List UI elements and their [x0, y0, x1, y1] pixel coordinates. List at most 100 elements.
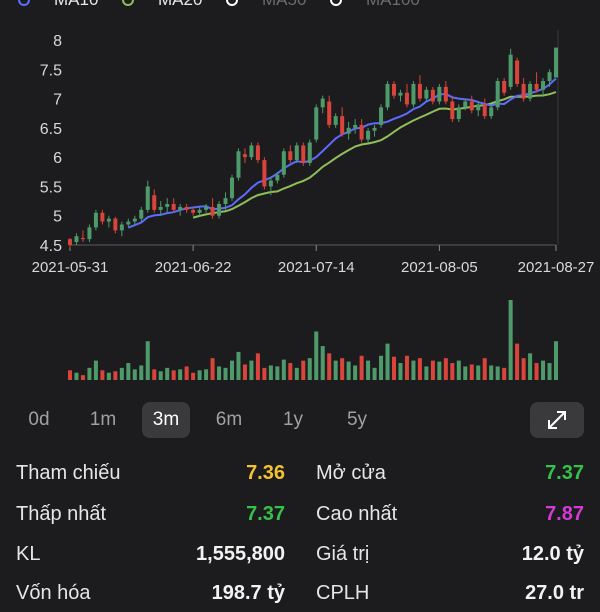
volume-bar [294, 367, 299, 380]
candle-body [113, 218, 118, 231]
volume-bar [152, 369, 157, 380]
volume-bar [541, 360, 546, 380]
volume-bar [495, 366, 500, 380]
range-button-1y[interactable]: 1y [270, 402, 316, 438]
stat-value-market-cap: 198.7 tỷ [211, 582, 285, 604]
volume-bar [528, 353, 533, 380]
candle-body [119, 224, 124, 231]
candle-body [320, 98, 325, 108]
candle-body [171, 204, 176, 210]
volume-bar [521, 358, 526, 380]
volume-bar [178, 369, 183, 380]
volume-bar [489, 365, 494, 380]
ma20-line [192, 91, 557, 219]
stat-label-market-cap: Vốn hóa [16, 582, 91, 604]
stat-value-open: 7.37 [545, 462, 584, 484]
volume-bar [476, 365, 481, 380]
y-tick-label: 8 [53, 33, 62, 50]
candle-body [229, 177, 235, 199]
candle-body [495, 81, 500, 108]
candle-body [184, 206, 189, 210]
candle-body [204, 206, 209, 210]
stats-row: KL 1,555,800 Giá trị 12.0 tỷ [0, 533, 600, 573]
volume-bar [145, 341, 150, 380]
volume-bar [450, 363, 455, 380]
candle-body [424, 89, 429, 99]
range-button-6m[interactable]: 6m [206, 402, 252, 438]
candle-body [158, 206, 163, 210]
candle-body [366, 130, 371, 140]
volume-bar [515, 343, 520, 380]
candle-body [353, 124, 358, 128]
volume-bar [197, 370, 202, 380]
candle-body [314, 107, 319, 140]
candle-body [482, 104, 487, 117]
candle-body [391, 83, 397, 96]
candle-body [223, 198, 228, 204]
candle-body [398, 92, 403, 96]
stat-label-low: Thấp nhất [16, 503, 107, 525]
volume-bar [74, 372, 79, 380]
volume-bar [366, 360, 371, 380]
volume-bar [126, 363, 131, 380]
candle-body [132, 218, 137, 222]
volume-bar [281, 359, 286, 380]
candle-body [541, 81, 546, 90]
range-button-0d[interactable]: 0d [16, 402, 62, 438]
candle-body [67, 239, 73, 245]
y-tick-label: 5 [53, 209, 62, 226]
range-button-5y[interactable]: 5y [334, 402, 380, 438]
candle-body [469, 101, 474, 111]
volume-bar [100, 370, 105, 380]
volume-bar [553, 341, 559, 380]
stats-row: Thấp nhất 7.37 Cao nhất 7.87 [0, 493, 600, 533]
candle-body [87, 227, 92, 240]
volume-bar [268, 365, 273, 380]
candle-body [417, 83, 422, 99]
candle-body [80, 237, 85, 240]
volume-bar [417, 358, 422, 380]
candle-body [476, 104, 481, 111]
volume-bar [482, 358, 487, 380]
y-tick-label: 7.5 [40, 62, 62, 79]
volume-bar [93, 360, 98, 380]
candle-body [346, 127, 351, 134]
volume-bar [320, 346, 325, 380]
candle-body [547, 72, 552, 81]
candle-body [152, 195, 157, 210]
stat-value-low: 7.37 [246, 503, 285, 525]
candle-body [456, 107, 461, 120]
volume-bar [229, 360, 235, 380]
candle-body [165, 204, 170, 207]
volume-bar [437, 361, 442, 380]
price-chart[interactable]: 4.555.566.577.58 2021-05-31 2021-06-22 202… [0, 0, 600, 395]
volume-bar [87, 367, 92, 380]
candle-body [450, 101, 455, 120]
volume-bar [301, 360, 306, 380]
volume-bar [275, 366, 280, 380]
expand-button[interactable] [530, 402, 584, 438]
candle-body [534, 83, 539, 90]
range-button-3m[interactable]: 3m [142, 402, 190, 438]
x-tick-label: 2021-05-31 [32, 259, 109, 276]
volume-bar [204, 369, 209, 380]
volume-bar [391, 356, 397, 380]
candle-body [191, 209, 196, 213]
volume-bar [255, 353, 260, 380]
volume-bar [119, 367, 124, 380]
candle-body [385, 83, 390, 108]
volume-bar [171, 370, 176, 380]
candle-body [502, 81, 507, 93]
volume-bar [80, 375, 85, 380]
x-tick-label: 2021-06-22 [155, 259, 232, 276]
candle-body [301, 145, 306, 163]
volume-bar [262, 367, 267, 380]
candlesticks [67, 47, 559, 248]
stats-row: Tham chiếu 7.36 Mở cửa 7.37 [0, 452, 600, 492]
candle-body [126, 221, 131, 225]
range-button-1m[interactable]: 1m [80, 402, 126, 438]
y-tick-label: 7 [53, 92, 62, 109]
candle-body [93, 212, 98, 228]
candle-body [100, 212, 105, 222]
volume-bar [508, 300, 513, 380]
